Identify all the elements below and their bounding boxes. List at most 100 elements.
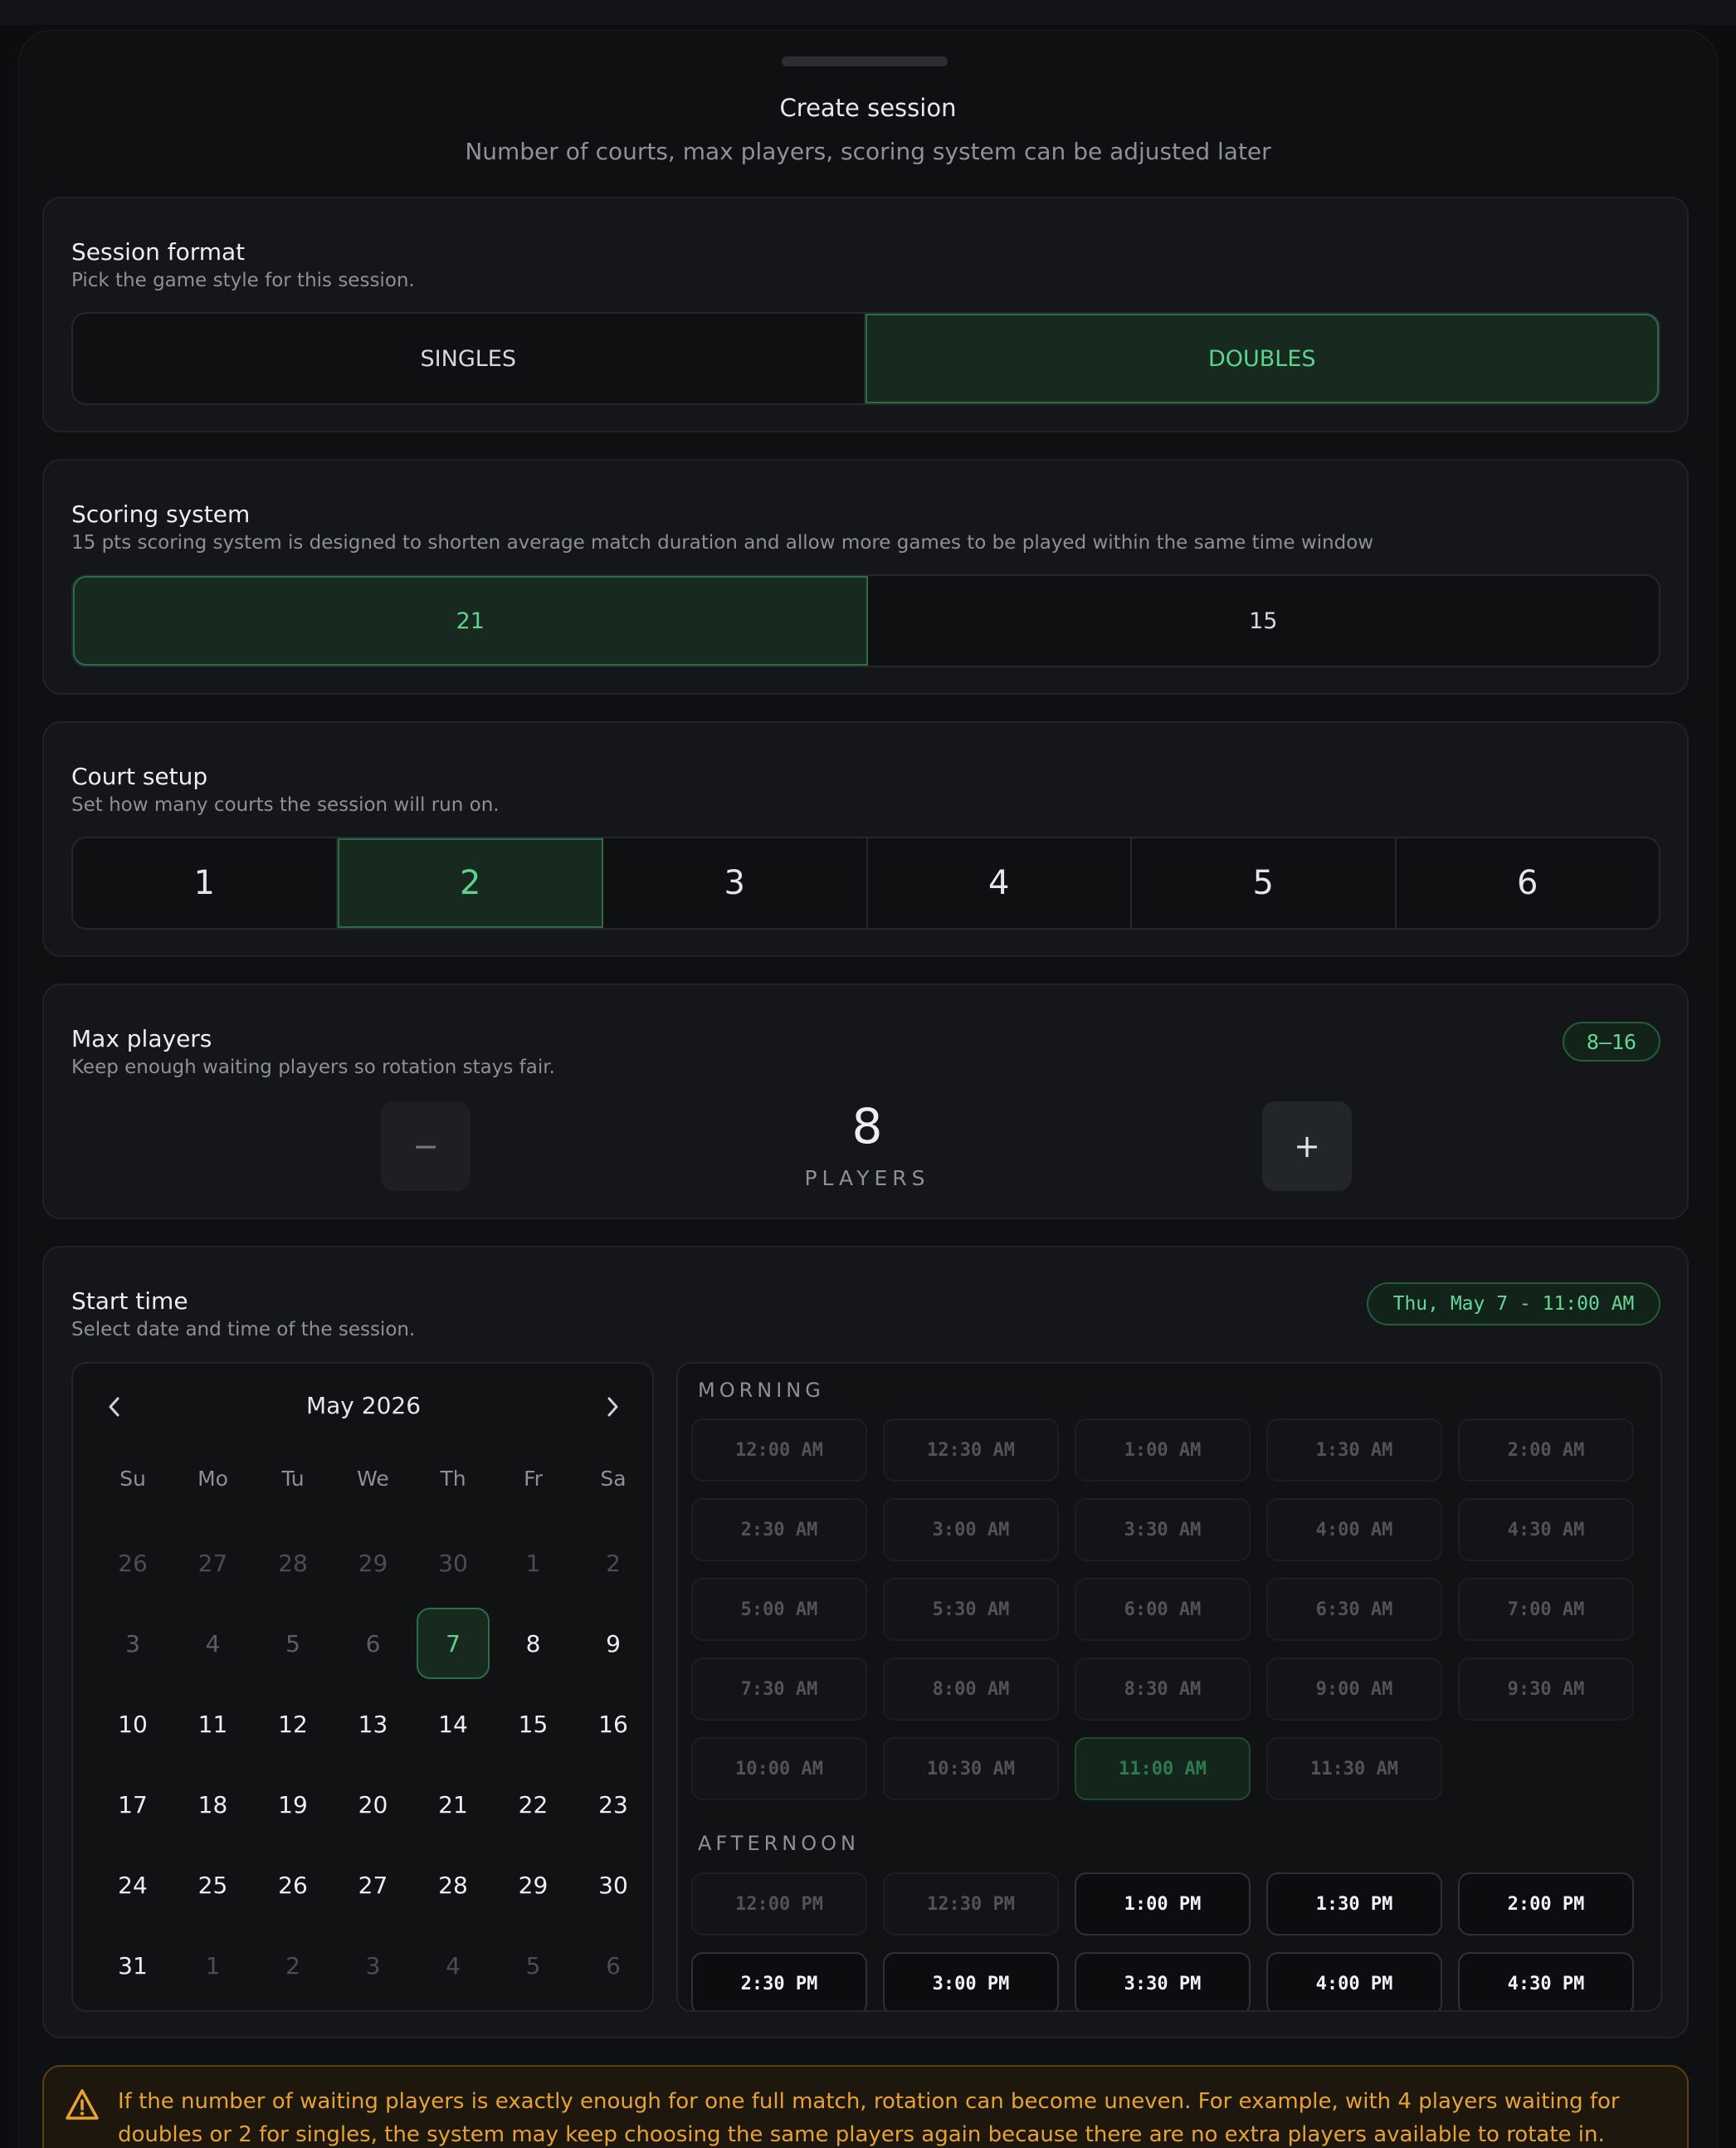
- time-slot-picker[interactable]: MORNING 12:00 AM 12:30 AM 1:00 AM 1:30 AM 2:…: [676, 1362, 1662, 2012]
- time-slot: 6:00 AM: [1075, 1578, 1251, 1641]
- morning-section-label: MORNING: [698, 1379, 825, 1402]
- calendar-day[interactable]: 9: [577, 1608, 650, 1679]
- scoring-system-title: Scoring system: [71, 500, 251, 528]
- calendar-day-selected[interactable]: 7: [417, 1608, 490, 1679]
- time-slot: 12:30 PM: [883, 1872, 1059, 1936]
- time-slot: 2:30 AM: [691, 1498, 867, 1561]
- court-option-1[interactable]: 1: [73, 838, 338, 928]
- time-slot: 3:30 AM: [1075, 1498, 1251, 1561]
- format-option-singles[interactable]: SINGLES: [73, 314, 866, 403]
- calendar-day[interactable]: 30: [577, 1849, 650, 1921]
- calendar-day: 5: [525, 1951, 541, 1980]
- time-slot: 9:30 AM: [1458, 1657, 1634, 1721]
- warning-triangle-icon: [66, 2089, 99, 2120]
- calendar-day[interactable]: 16: [577, 1688, 650, 1760]
- calendar-day[interactable]: 23: [577, 1769, 650, 1840]
- time-slot: 12:00 AM: [691, 1418, 867, 1482]
- session-format-title: Session format: [71, 238, 246, 266]
- weekday-label: Sa: [600, 1467, 627, 1491]
- calendar-day: 29: [358, 1549, 388, 1577]
- selected-datetime-badge: Thu, May 7 - 11:00 AM: [1367, 1282, 1660, 1325]
- weekday-label: Th: [440, 1467, 466, 1491]
- time-slot-selected[interactable]: 11:00 AM: [1075, 1737, 1251, 1800]
- calendar-day[interactable]: 28: [417, 1849, 490, 1921]
- court-option-6[interactable]: 6: [1397, 838, 1660, 928]
- calendar-day: 4: [446, 1951, 461, 1980]
- weekday-label: Tu: [281, 1467, 305, 1491]
- scoring-option-15[interactable]: 15: [868, 576, 1660, 666]
- time-slot: 7:00 AM: [1458, 1578, 1634, 1641]
- calendar-day[interactable]: 21: [417, 1769, 490, 1840]
- calendar-day: 1: [525, 1549, 541, 1577]
- calendar-day[interactable]: 11: [177, 1688, 250, 1760]
- court-option-5[interactable]: 5: [1132, 838, 1397, 928]
- calendar-day[interactable]: 29: [497, 1849, 570, 1921]
- time-slot: 1:00 AM: [1075, 1418, 1251, 1482]
- calendar-day[interactable]: 8: [497, 1608, 570, 1679]
- calendar-day[interactable]: 25: [177, 1849, 250, 1921]
- calendar-day[interactable]: 27: [337, 1849, 410, 1921]
- calendar-day[interactable]: 22: [497, 1769, 570, 1840]
- time-slot[interactable]: 4:30 PM: [1458, 1952, 1634, 2010]
- court-option-2[interactable]: 2: [337, 838, 603, 928]
- calendar-day: 3: [365, 1951, 381, 1980]
- time-slot[interactable]: 1:00 PM: [1075, 1872, 1251, 1936]
- weekday-label: Su: [119, 1467, 146, 1491]
- court-count-selector: 1 2 3 4 5 6: [71, 837, 1660, 930]
- calendar-day: 3: [125, 1629, 140, 1657]
- time-slot[interactable]: 4:00 PM: [1266, 1952, 1442, 2010]
- time-slot: 1:30 AM: [1266, 1418, 1442, 1482]
- format-option-doubles[interactable]: DOUBLES: [865, 314, 1659, 403]
- max-players-title: Max players: [71, 1025, 212, 1052]
- scoring-option-21[interactable]: 21: [73, 576, 868, 666]
- calendar-day: 6: [606, 1951, 621, 1980]
- court-option-3[interactable]: 3: [603, 838, 868, 928]
- calendar-day[interactable]: 13: [337, 1688, 410, 1760]
- top-bar: [0, 0, 1736, 25]
- time-slot: 12:00 PM: [691, 1872, 867, 1936]
- time-slot[interactable]: 3:30 PM: [1075, 1952, 1251, 2010]
- weekday-label: Fr: [524, 1467, 543, 1491]
- calendar-day[interactable]: 26: [256, 1849, 329, 1921]
- max-players-subtitle: Keep enough waiting players so rotation …: [71, 1057, 555, 1078]
- calendar-day: 28: [278, 1549, 308, 1577]
- time-slot[interactable]: 3:00 PM: [883, 1952, 1059, 2010]
- date-calendar: May 2026 Su Mo Tu We Th Fr Sa 26 27 28 29 30 1 2 3 4 5 6…: [71, 1362, 654, 2012]
- time-slot: 2:00 AM: [1458, 1418, 1634, 1482]
- time-slot: 11:30 AM: [1266, 1737, 1442, 1800]
- calendar-day[interactable]: 12: [256, 1688, 329, 1760]
- time-slot[interactable]: 2:30 PM: [691, 1952, 867, 2010]
- start-time-subtitle: Select date and time of the session.: [71, 1319, 416, 1340]
- time-slot: 12:30 AM: [883, 1418, 1059, 1482]
- time-slot: 4:30 AM: [1458, 1498, 1634, 1561]
- calendar-day[interactable]: 17: [96, 1769, 169, 1840]
- time-slot[interactable]: 2:00 PM: [1458, 1872, 1634, 1936]
- court-setup-card: Court setup Set how many courts the sess…: [42, 721, 1689, 957]
- sheet-drag-handle[interactable]: [782, 56, 948, 66]
- court-setup-title: Court setup: [71, 763, 208, 790]
- calendar-day[interactable]: 19: [256, 1769, 329, 1840]
- increase-players-button[interactable]: +: [1262, 1101, 1352, 1191]
- calendar-day[interactable]: 18: [177, 1769, 250, 1840]
- next-month-button[interactable]: [588, 1389, 637, 1425]
- calendar-day[interactable]: 14: [417, 1688, 490, 1760]
- calendar-month-label: May 2026: [305, 1392, 422, 1419]
- time-slot: 8:30 AM: [1075, 1657, 1251, 1721]
- max-players-card: Max players Keep enough waiting players …: [42, 984, 1689, 1219]
- calendar-day[interactable]: 24: [96, 1849, 169, 1921]
- calendar-day[interactable]: 15: [497, 1688, 570, 1760]
- time-slot: 10:30 AM: [883, 1737, 1059, 1800]
- sheet-subtitle: Number of courts, max players, scoring s…: [465, 138, 1271, 165]
- time-slot: 5:30 AM: [883, 1578, 1059, 1641]
- calendar-day: 5: [285, 1629, 300, 1657]
- time-slot: 8:00 AM: [883, 1657, 1059, 1721]
- calendar-day[interactable]: 31: [96, 1930, 169, 2001]
- time-slot: 9:00 AM: [1266, 1657, 1442, 1721]
- court-option-4[interactable]: 4: [868, 838, 1132, 928]
- calendar-day[interactable]: 20: [337, 1769, 410, 1840]
- rotation-warning-banner: If the number of waiting players is exac…: [42, 2065, 1689, 2148]
- calendar-day[interactable]: 10: [96, 1688, 169, 1760]
- session-format-card: Session format Pick the game style for t…: [42, 197, 1689, 432]
- session-format-subtitle: Pick the game style for this session.: [71, 270, 415, 291]
- time-slot[interactable]: 1:30 PM: [1266, 1872, 1442, 1936]
